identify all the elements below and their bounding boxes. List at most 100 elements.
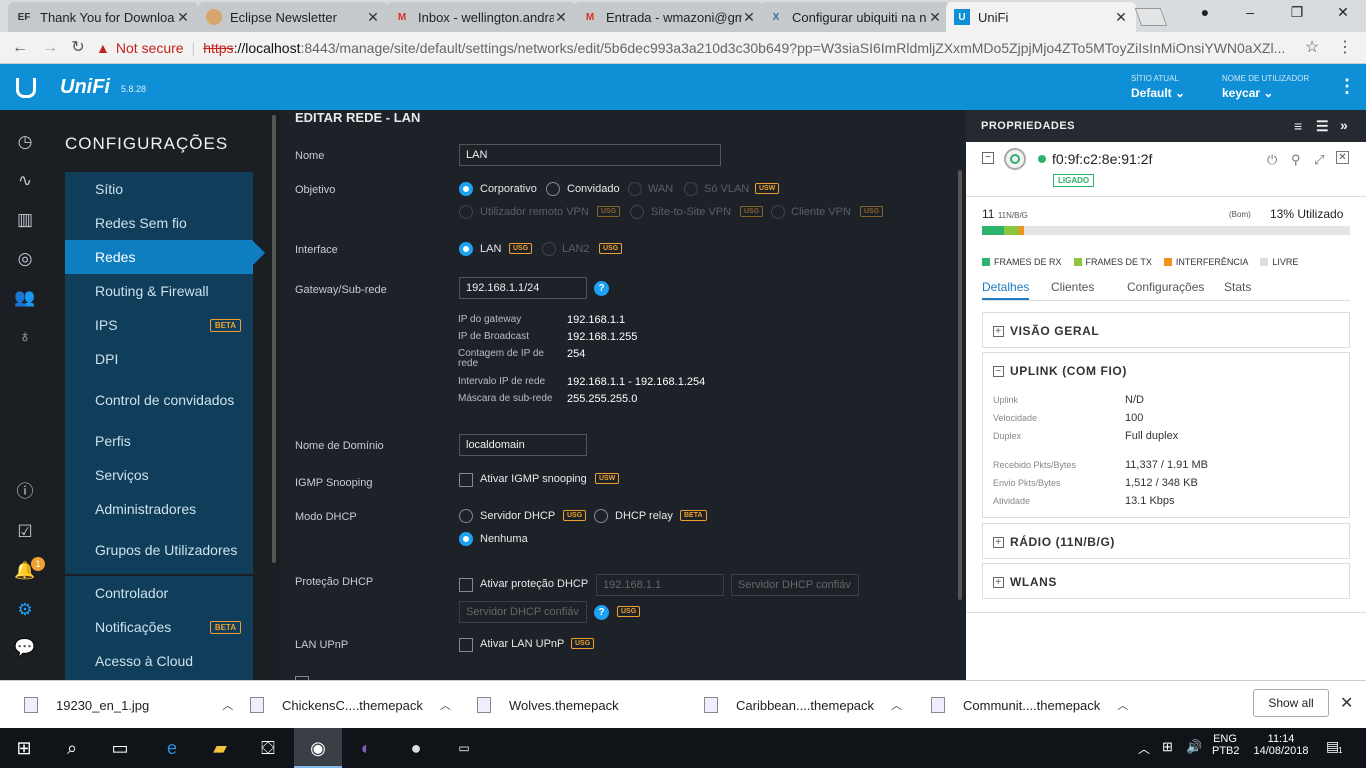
menu-item-controlador[interactable]: Controlador bbox=[65, 576, 253, 610]
events-icon[interactable]: ☑ bbox=[13, 520, 37, 544]
bookmark-star-icon[interactable]: ☆ bbox=[1302, 38, 1322, 58]
unifi-app-icon[interactable]: ● bbox=[392, 728, 440, 768]
menu-item-administradores[interactable]: Administradores bbox=[65, 492, 253, 526]
task-view-icon[interactable]: ▭ bbox=[96, 728, 144, 768]
menu-item-dpi[interactable]: DPI bbox=[65, 342, 253, 376]
back-icon[interactable]: ← bbox=[10, 38, 30, 58]
close-icon[interactable]: ✕ bbox=[366, 9, 380, 26]
chrome-icon[interactable]: ◉ bbox=[294, 728, 342, 768]
download-item[interactable]: Caribbean....themepack ︿ bbox=[704, 689, 902, 721]
menu-item-notificacoes[interactable]: Notificações BETA bbox=[65, 610, 253, 644]
name-input[interactable]: LAN bbox=[459, 144, 721, 166]
menu-item-routing-firewall[interactable]: Routing & Firewall bbox=[65, 274, 253, 308]
dhcp-guard-server2-input[interactable]: Servidor DHCP confiáv bbox=[731, 574, 859, 596]
chevron-up-icon[interactable]: ︿ bbox=[440, 697, 451, 713]
gateway-input[interactable]: 192.168.1.1/24 bbox=[459, 277, 587, 299]
store-icon[interactable]: ⛋ bbox=[244, 728, 292, 768]
close-icon[interactable]: ✕ bbox=[554, 9, 568, 26]
cmd-icon[interactable]: ▭ bbox=[440, 728, 488, 768]
help-icon[interactable]: ? bbox=[594, 605, 609, 620]
dhcp-none-radio[interactable] bbox=[459, 532, 473, 546]
windows-start-icon[interactable]: ⊞ bbox=[0, 728, 48, 768]
tab-unifi[interactable]: U UniFi ✕ bbox=[946, 2, 1136, 32]
menu-icon[interactable]: ☰ bbox=[1316, 118, 1329, 135]
purpose-wan-radio[interactable] bbox=[628, 182, 642, 196]
minimize-icon[interactable]: – bbox=[1235, 4, 1265, 24]
close-panel-icon[interactable]: ✕ bbox=[1336, 151, 1349, 164]
statistics-icon[interactable]: ∿ bbox=[13, 169, 37, 193]
clock[interactable]: 11:14 14/08/2018 bbox=[1250, 733, 1312, 757]
dhcp-guard-ip-input[interactable]: 192.168.1.1 bbox=[596, 574, 724, 596]
chevron-up-icon[interactable]: ︿ bbox=[222, 697, 233, 713]
purpose-guest-radio[interactable] bbox=[546, 182, 560, 196]
url-field[interactable]: ▲ Not secure | https ://localhost :8443/… bbox=[96, 36, 1296, 60]
language-indicator[interactable]: ENG PTB2 bbox=[1212, 733, 1240, 757]
reload-icon[interactable]: ↻ bbox=[68, 38, 88, 58]
purpose-site-to-site-radio[interactable] bbox=[630, 205, 644, 219]
dhcp-server-radio[interactable] bbox=[459, 509, 473, 523]
section-radio[interactable]: + RÁDIO (11N/B/G) bbox=[982, 523, 1350, 559]
domain-input[interactable]: localdomain bbox=[459, 434, 587, 456]
close-icon[interactable]: ✕ bbox=[1114, 9, 1128, 26]
section-uplink-header[interactable]: − UPLINK (COM FIO) bbox=[983, 353, 1349, 389]
interface-lan-radio[interactable] bbox=[459, 242, 473, 256]
upnp-checkbox[interactable] bbox=[459, 638, 473, 652]
download-item[interactable]: 19230_en_1.jpg ︿ bbox=[24, 689, 233, 721]
dashboard-icon[interactable]: ◷ bbox=[13, 130, 37, 154]
user-selector[interactable]: keycar ⌄ bbox=[1222, 86, 1273, 100]
volume-icon[interactable]: 🔊 bbox=[1186, 739, 1202, 755]
search-icon[interactable]: ⌕ bbox=[48, 728, 96, 768]
profile-icon[interactable]: ● bbox=[1190, 4, 1220, 24]
menu-item-ips[interactable]: IPS BETA bbox=[65, 308, 253, 342]
header-menu-icon[interactable]: ⋮ bbox=[1338, 76, 1356, 97]
site-selector[interactable]: Default ⌄ bbox=[1131, 86, 1185, 100]
edge-icon[interactable]: e bbox=[148, 728, 196, 768]
menu-item-perfis[interactable]: Perfis bbox=[65, 424, 253, 458]
download-item[interactable]: Communit....themepack ︿ bbox=[931, 689, 1128, 721]
purpose-remote-vpn-radio[interactable] bbox=[459, 205, 473, 219]
chevron-up-icon[interactable]: ︿ bbox=[891, 697, 902, 713]
close-icon[interactable]: ✕ bbox=[176, 9, 190, 26]
help-icon[interactable]: ? bbox=[594, 281, 609, 296]
tab-configuracoes[interactable]: Configurações bbox=[1127, 280, 1204, 294]
close-downloads-icon[interactable]: ✕ bbox=[1340, 693, 1353, 713]
menu-item-grupos-utilizadores[interactable]: Grupos de Utilizadores bbox=[65, 526, 253, 574]
dhcp-guard-checkbox[interactable] bbox=[459, 578, 473, 592]
tab-stats[interactable]: Stats bbox=[1224, 280, 1251, 294]
clients-icon[interactable]: 👥 bbox=[13, 286, 37, 310]
close-icon[interactable]: ✕ bbox=[742, 9, 756, 26]
download-item[interactable]: Wolves.themepack︿ bbox=[477, 689, 717, 721]
file-explorer-icon[interactable]: ▰ bbox=[196, 728, 244, 768]
tab-inbox[interactable]: M Inbox - wellington.andra ✕ bbox=[386, 2, 576, 32]
dhcp-relay-radio[interactable] bbox=[594, 509, 608, 523]
map-icon[interactable]: ▥ bbox=[13, 208, 37, 232]
new-tab-button[interactable] bbox=[1134, 8, 1168, 26]
purpose-client-vpn-radio[interactable] bbox=[771, 205, 785, 219]
devices-icon[interactable]: ◎ bbox=[13, 247, 37, 271]
igmp-checkbox[interactable] bbox=[459, 473, 473, 487]
chat-icon[interactable]: 💬 bbox=[13, 636, 37, 660]
close-icon[interactable]: ✕ bbox=[928, 9, 942, 26]
menu-dots-icon[interactable]: ⋮ bbox=[1335, 38, 1355, 58]
tab-eclipse[interactable]: Eclipse Newsletter ✕ bbox=[198, 2, 388, 32]
section-wlans[interactable]: + WLANS bbox=[982, 563, 1350, 599]
interface-lan2-radio[interactable] bbox=[542, 242, 556, 256]
network-icon[interactable]: ⊞ bbox=[1162, 739, 1173, 755]
chevron-up-icon[interactable]: ︿ bbox=[1117, 697, 1128, 713]
menu-item-redes[interactable]: Redes bbox=[65, 240, 253, 274]
not-secure-label[interactable]: Not secure bbox=[116, 40, 184, 56]
tab-entrada[interactable]: M Entrada - wmazoni@gm ✕ bbox=[574, 2, 764, 32]
locate-icon[interactable]: ⚲ bbox=[1291, 152, 1301, 168]
settings-gear-icon[interactable]: ⚙ bbox=[13, 598, 37, 622]
maximize-icon[interactable]: ❐ bbox=[1282, 4, 1312, 24]
menu-item-control-convidados[interactable]: Control de convidados bbox=[65, 376, 253, 424]
purpose-corporate-radio[interactable] bbox=[459, 182, 473, 196]
list-icon[interactable]: ≡ bbox=[1294, 118, 1303, 134]
menu-item-servicos[interactable]: Serviços bbox=[65, 458, 253, 492]
tab-clientes[interactable]: Clientes bbox=[1051, 280, 1094, 294]
forward-icon[interactable]: → bbox=[40, 38, 60, 58]
tray-chevron-icon[interactable]: ︿ bbox=[1138, 740, 1150, 757]
collapse-icon[interactable]: » bbox=[1340, 117, 1348, 133]
restart-icon[interactable]: ⏻ bbox=[1267, 152, 1277, 168]
show-all-button[interactable]: Show all bbox=[1253, 689, 1329, 717]
